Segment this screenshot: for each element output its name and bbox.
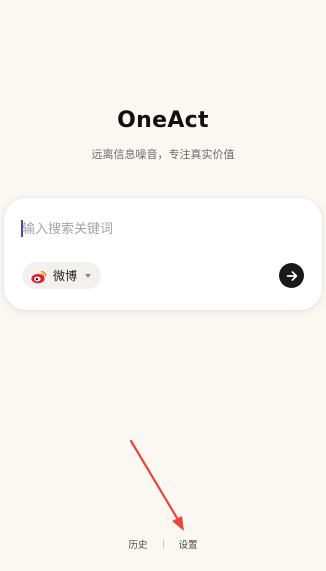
search-input-wrap bbox=[21, 218, 301, 240]
source-selector[interactable]: 微博 bbox=[22, 262, 101, 289]
chevron-down-icon bbox=[85, 273, 92, 278]
page: OneAct 远离信息噪音，专注真实价值 微博 bbox=[0, 0, 326, 571]
app-title: OneAct bbox=[117, 108, 209, 133]
arrow-right-icon bbox=[286, 270, 297, 281]
footer-divider bbox=[162, 539, 164, 549]
source-label: 微博 bbox=[53, 269, 78, 283]
tagline: 远离信息噪音，专注真实价值 bbox=[91, 148, 235, 161]
history-link[interactable]: 历史 bbox=[128, 537, 147, 551]
settings-link[interactable]: 设置 bbox=[179, 537, 198, 551]
search-card: 微博 bbox=[4, 198, 322, 310]
weibo-icon bbox=[31, 269, 47, 283]
search-submit-button[interactable] bbox=[279, 263, 304, 288]
footer-nav: 历史 设置 bbox=[0, 537, 326, 551]
search-input[interactable] bbox=[21, 218, 301, 240]
